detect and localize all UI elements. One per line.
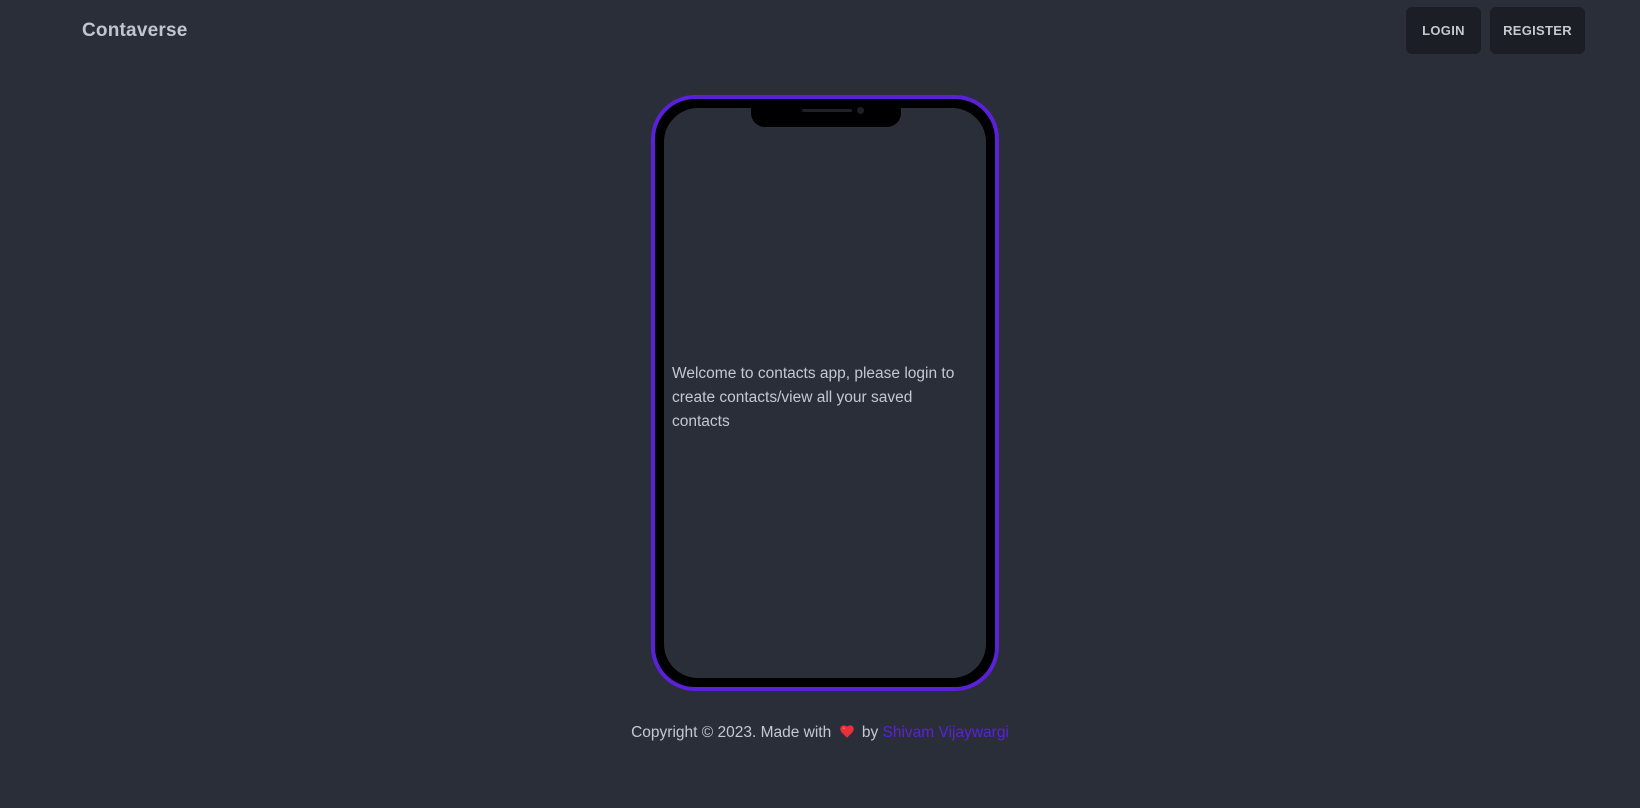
speaker-grille [802, 109, 852, 112]
phone-screen: Welcome to contacts app, please login to… [664, 108, 986, 678]
phone-notch [751, 99, 901, 127]
login-button[interactable]: LOGIN [1406, 7, 1481, 54]
author-link[interactable]: Shivam Vijaywargi [883, 724, 1009, 741]
navbar: Contaverse LOGIN REGISTER [0, 0, 1640, 64]
welcome-message: Welcome to contacts app, please login to… [672, 365, 955, 430]
register-button[interactable]: REGISTER [1490, 7, 1585, 54]
phone-frame: Welcome to contacts app, please login to… [651, 95, 999, 691]
brand-logo[interactable]: Contaverse [82, 20, 188, 42]
camera-icon [857, 107, 864, 114]
by-text: by [861, 724, 879, 741]
copyright-text: Copyright © 2023. Made with [631, 724, 832, 741]
footer: Copyright © 2023. Made with by Shivam Vi… [0, 724, 1640, 742]
heart-icon [839, 725, 854, 738]
